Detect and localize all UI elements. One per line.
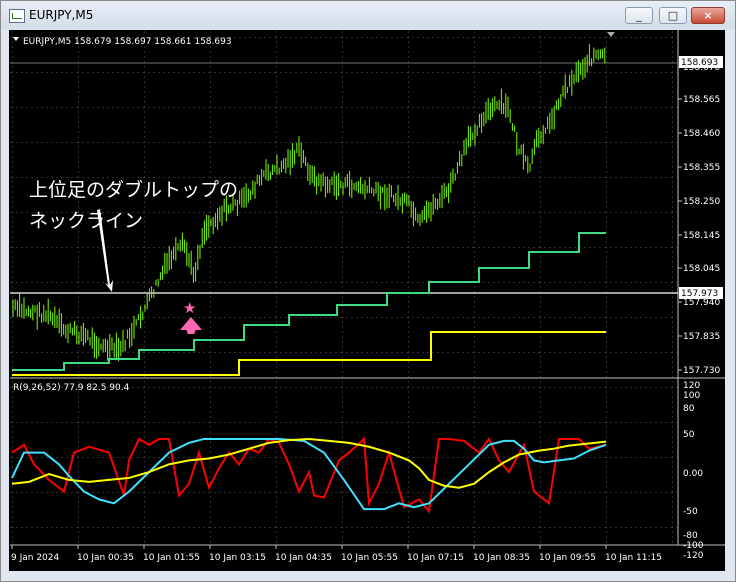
neckline-annotation: 上位足のダブルトップの ネックライン [29, 175, 238, 237]
chart-window-icon [9, 9, 25, 23]
price-tick-label: 158.250 [683, 197, 720, 207]
entry-star-icon: ★ [183, 299, 196, 317]
time-tick-label: 10 Jan 00:35 [77, 553, 134, 563]
chart-area[interactable]: EURJPY,M5 158.679 158.697 158.661 158.69… [9, 30, 725, 571]
price-tick-label: 158.460 [683, 129, 720, 139]
window-title: EURJPY,M5 [29, 8, 94, 22]
time-tick-label: 10 Jan 07:15 [407, 553, 464, 563]
osc-tick-label: 80 [683, 404, 695, 414]
price-tick-label: 157.835 [683, 332, 720, 342]
close-icon: × [703, 9, 713, 22]
osc-tick-label: 100 [683, 391, 700, 401]
osc-tick-label: 120 [683, 381, 700, 391]
close-button[interactable]: × [691, 7, 725, 24]
osc-tick-label: -50 [683, 507, 698, 517]
osc-tick-label: 50 [683, 430, 695, 440]
osc-tick-label: -100 [683, 541, 704, 551]
osc-tick-label: -120 [683, 551, 704, 561]
time-tick-label: 10 Jan 05:55 [341, 553, 398, 563]
price-tick-label: 157.940 [683, 298, 720, 308]
price-chart[interactable]: EURJPY,M5 158.679 158.697 158.661 158.69… [9, 30, 725, 571]
minimize-button[interactable]: _ [625, 7, 653, 24]
oscillator-header: R(9,26,52) 77.9 82.5 90.4 [13, 383, 130, 393]
price-axis: 158.670158.565158.460158.355158.250158.1… [678, 63, 720, 376]
osc-tick-label: -80 [683, 531, 698, 541]
time-tick-label: 10 Jan 08:35 [473, 553, 530, 563]
maximize-icon: □ [667, 9, 679, 22]
osc-panel-grid [10, 380, 677, 544]
oscillator-axis: 120100 80 50 0.00 -50 -80-100-120 [683, 381, 704, 561]
time-tick-label: 10 Jan 11:15 [605, 553, 662, 563]
annotation-line-2: ネックライン [29, 210, 144, 232]
time-tick-label: 10 Jan 01:55 [143, 553, 200, 563]
time-tick-label: 10 Jan 09:55 [539, 553, 596, 563]
price-tick-label: 158.145 [683, 231, 720, 241]
neckline-price-label: 157.973 [681, 289, 718, 299]
price-tick-label: 158.045 [683, 264, 720, 274]
entry-arrow-stem [187, 329, 195, 334]
osc-tick-label: 0.00 [683, 469, 703, 479]
current-price-label: 158.693 [681, 58, 718, 68]
time-tick-label: 9 Jan 2024 [11, 553, 59, 563]
time-axis: 9 Jan 2024 10 Jan 00:35 10 Jan 01:55 10 Jan… [11, 545, 662, 563]
chart-window: EURJPY,M5 _ □ × EURJPY,M5 158.679 158.69… [0, 0, 736, 582]
time-tick-label: 10 Jan 03:15 [209, 553, 266, 563]
annotation-line-1: 上位足のダブルトップの [29, 179, 239, 201]
chart-header: EURJPY,M5 158.679 158.697 158.661 158.69… [23, 37, 232, 47]
title-bar[interactable]: EURJPY,M5 _ □ × [1, 1, 735, 29]
minimize-icon: _ [636, 9, 642, 22]
price-tick-label: 157.730 [683, 366, 720, 376]
price-tick-label: 158.355 [683, 163, 720, 173]
time-tick-label: 10 Jan 04:35 [275, 553, 332, 563]
price-tick-label: 158.565 [683, 95, 720, 105]
maximize-button[interactable]: □ [659, 7, 687, 24]
